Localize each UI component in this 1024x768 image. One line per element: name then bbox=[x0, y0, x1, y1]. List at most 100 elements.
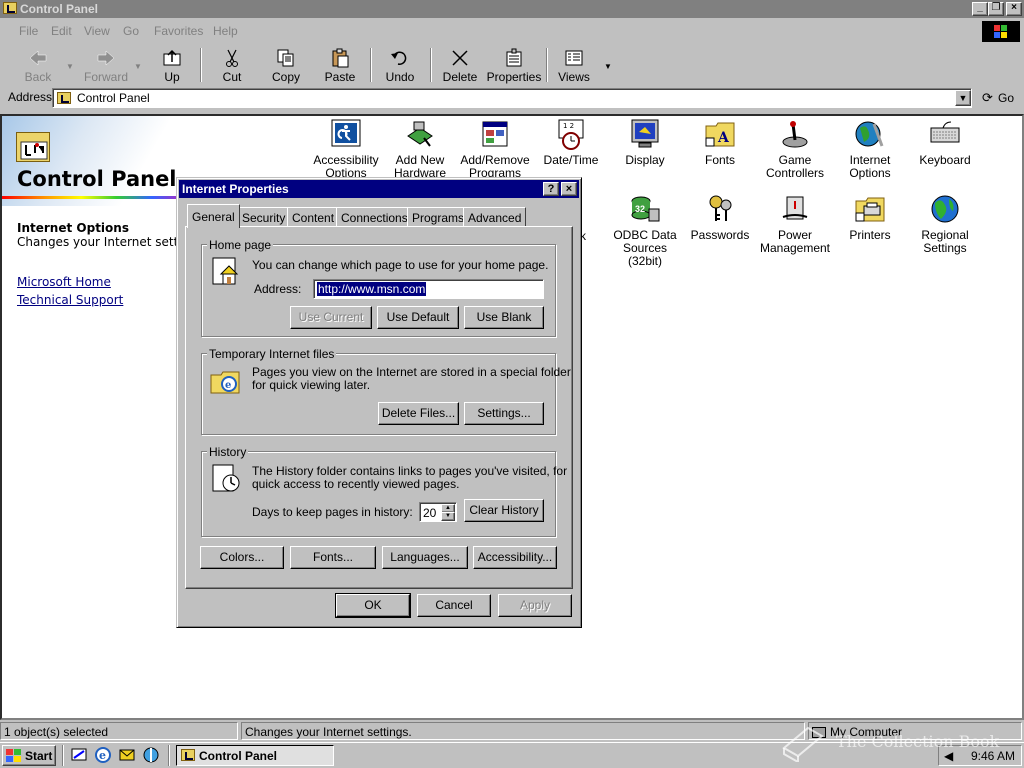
keyboard-icon bbox=[929, 118, 961, 150]
homepage-address-value: http://www.msn.com bbox=[317, 282, 427, 296]
tab-advanced[interactable]: Advanced bbox=[463, 207, 527, 226]
use-current-button[interactable]: Use Current bbox=[290, 306, 372, 329]
back-button[interactable]: Back bbox=[16, 46, 60, 84]
cp-item-internet-options[interactable]: Internet Options bbox=[830, 118, 910, 180]
page-title: Control Panel bbox=[17, 167, 177, 191]
colors-button[interactable]: Colors... bbox=[200, 546, 284, 569]
forward-button[interactable]: Forward bbox=[82, 46, 130, 84]
homepage-group-title: Home page bbox=[207, 238, 274, 252]
cp-item-odbc[interactable]: 32 ODBC Data Sources (32bit) bbox=[605, 193, 685, 268]
tab-security[interactable]: Security bbox=[237, 207, 291, 226]
add-hardware-icon bbox=[404, 118, 436, 150]
cp-item-power-management[interactable]: Power Management bbox=[755, 193, 835, 255]
history-description-line2: quick access to recently viewed pages. bbox=[252, 477, 460, 491]
go-button[interactable]: ⟳ Go bbox=[978, 88, 1020, 108]
status-selection-count: 1 object(s) selected bbox=[0, 722, 238, 740]
dialog-close-button[interactable]: × bbox=[561, 182, 577, 196]
cp-item-regional-settings[interactable]: Regional Settings bbox=[905, 193, 985, 255]
fonts-button[interactable]: Fonts... bbox=[290, 546, 376, 569]
cp-item-add-remove-programs[interactable]: Add/Remove Programs bbox=[455, 118, 535, 180]
tab-programs[interactable]: Programs bbox=[407, 207, 470, 226]
close-button[interactable]: × bbox=[1006, 2, 1022, 16]
up-folder-icon bbox=[162, 48, 182, 68]
add-remove-programs-icon bbox=[479, 118, 511, 150]
menu-help[interactable]: Help bbox=[213, 24, 238, 38]
cp-item-fonts[interactable]: A Fonts bbox=[680, 118, 760, 167]
menu-edit[interactable]: Edit bbox=[51, 24, 72, 38]
menu-go[interactable]: Go bbox=[123, 24, 139, 38]
menu-bar: File Edit View Go Favorites Help bbox=[0, 20, 1024, 42]
start-button[interactable]: Start bbox=[2, 745, 56, 766]
taskbar-control-panel-button[interactable]: Control Panel bbox=[176, 745, 334, 766]
regional-settings-icon bbox=[929, 193, 961, 225]
cp-item-add-hardware[interactable]: Add New Hardware bbox=[380, 118, 460, 180]
paste-button[interactable]: Paste bbox=[320, 46, 360, 84]
temp-files-description-line2: for quick viewing later. bbox=[252, 378, 371, 392]
menu-favorites[interactable]: Favorites bbox=[154, 24, 203, 38]
menu-view[interactable]: View bbox=[84, 24, 110, 38]
cp-item-printers[interactable]: Printers bbox=[830, 193, 910, 242]
windows-start-icon bbox=[6, 749, 22, 763]
accessibility-icon bbox=[330, 118, 362, 150]
microsoft-home-link[interactable]: Microsoft Home bbox=[17, 275, 111, 289]
temp-settings-button[interactable]: Settings... bbox=[464, 402, 544, 425]
use-blank-button[interactable]: Use Blank bbox=[464, 306, 544, 329]
history-group-title: History bbox=[207, 445, 249, 459]
cut-button[interactable]: Cut bbox=[212, 46, 252, 84]
views-icon bbox=[564, 48, 584, 68]
tab-general[interactable]: General bbox=[187, 204, 240, 228]
dialog-help-button[interactable]: ? bbox=[543, 182, 559, 196]
cp-item-passwords[interactable]: Passwords bbox=[680, 193, 760, 242]
clear-history-button[interactable]: Clear History bbox=[464, 499, 544, 522]
ok-button[interactable]: OK bbox=[335, 593, 411, 618]
properties-button[interactable]: Properties bbox=[486, 46, 542, 84]
toolbar: Back ▼ Forward ▼ Up Cut Copy Paste Undo … bbox=[0, 44, 1024, 86]
date-time-icon: 1 2 bbox=[555, 118, 587, 150]
tab-content[interactable]: Content bbox=[287, 207, 340, 226]
quicklaunch-outlook-icon[interactable] bbox=[118, 746, 136, 764]
cancel-button[interactable]: Cancel bbox=[417, 594, 491, 617]
tab-connections[interactable]: Connections bbox=[336, 207, 413, 226]
languages-button[interactable]: Languages... bbox=[382, 546, 468, 569]
svg-text:32: 32 bbox=[635, 204, 645, 214]
watermark: The Collection Book bbox=[780, 718, 1024, 768]
internet-options-icon bbox=[854, 118, 886, 150]
undo-button[interactable]: Undo bbox=[380, 46, 420, 84]
scissors-icon bbox=[222, 48, 242, 68]
menu-file[interactable]: File bbox=[19, 24, 38, 38]
window-title: Control Panel bbox=[20, 2, 99, 16]
history-days-label: Days to keep pages in history: bbox=[252, 505, 413, 519]
homepage-address-input[interactable]: http://www.msn.com bbox=[313, 279, 544, 299]
up-button[interactable]: Up bbox=[152, 46, 192, 84]
apply-button[interactable]: Apply bbox=[498, 594, 572, 617]
cp-item-date-time[interactable]: 1 2 Date/Time bbox=[531, 118, 611, 167]
forward-dropdown-arrow[interactable]: ▼ bbox=[134, 62, 142, 71]
restore-button[interactable]: ❐ bbox=[988, 2, 1004, 16]
spin-down-arrow-icon[interactable]: ▼ bbox=[441, 512, 455, 521]
views-button[interactable]: Views bbox=[554, 46, 594, 84]
use-default-button[interactable]: Use Default bbox=[377, 306, 459, 329]
history-days-input[interactable]: 20 ▲ ▼ bbox=[419, 502, 457, 522]
quicklaunch-ie-icon[interactable]: e bbox=[94, 746, 112, 764]
cp-item-game-controllers[interactable]: Game Controllers bbox=[755, 118, 835, 180]
accessibility-button[interactable]: Accessibility... bbox=[473, 546, 557, 569]
views-dropdown-arrow[interactable]: ▼ bbox=[604, 62, 612, 71]
cp-item-accessibility[interactable]: Accessibility Options bbox=[306, 118, 386, 180]
cp-item-keyboard[interactable]: Keyboard bbox=[905, 118, 985, 167]
svg-text:A: A bbox=[717, 130, 730, 146]
back-dropdown-arrow[interactable]: ▼ bbox=[66, 62, 74, 71]
window-titlebar[interactable]: Control Panel _ ❐ × bbox=[0, 0, 1024, 18]
minimize-button[interactable]: _ bbox=[972, 2, 988, 16]
quicklaunch-channels-icon[interactable] bbox=[142, 746, 160, 764]
address-input[interactable]: Control Panel bbox=[52, 88, 972, 108]
windows-logo bbox=[982, 21, 1020, 42]
quicklaunch-desktop-icon[interactable] bbox=[70, 746, 88, 764]
delete-button[interactable]: Delete bbox=[440, 46, 480, 84]
technical-support-link[interactable]: Technical Support bbox=[17, 293, 123, 307]
cp-item-display[interactable]: Display bbox=[605, 118, 685, 167]
copy-button[interactable]: Copy bbox=[266, 46, 306, 84]
delete-files-button[interactable]: Delete Files... bbox=[378, 402, 459, 425]
dialog-titlebar[interactable]: Internet Properties bbox=[179, 180, 579, 198]
back-arrow-icon bbox=[28, 48, 48, 68]
address-dropdown-button[interactable]: ▼ bbox=[955, 90, 971, 106]
